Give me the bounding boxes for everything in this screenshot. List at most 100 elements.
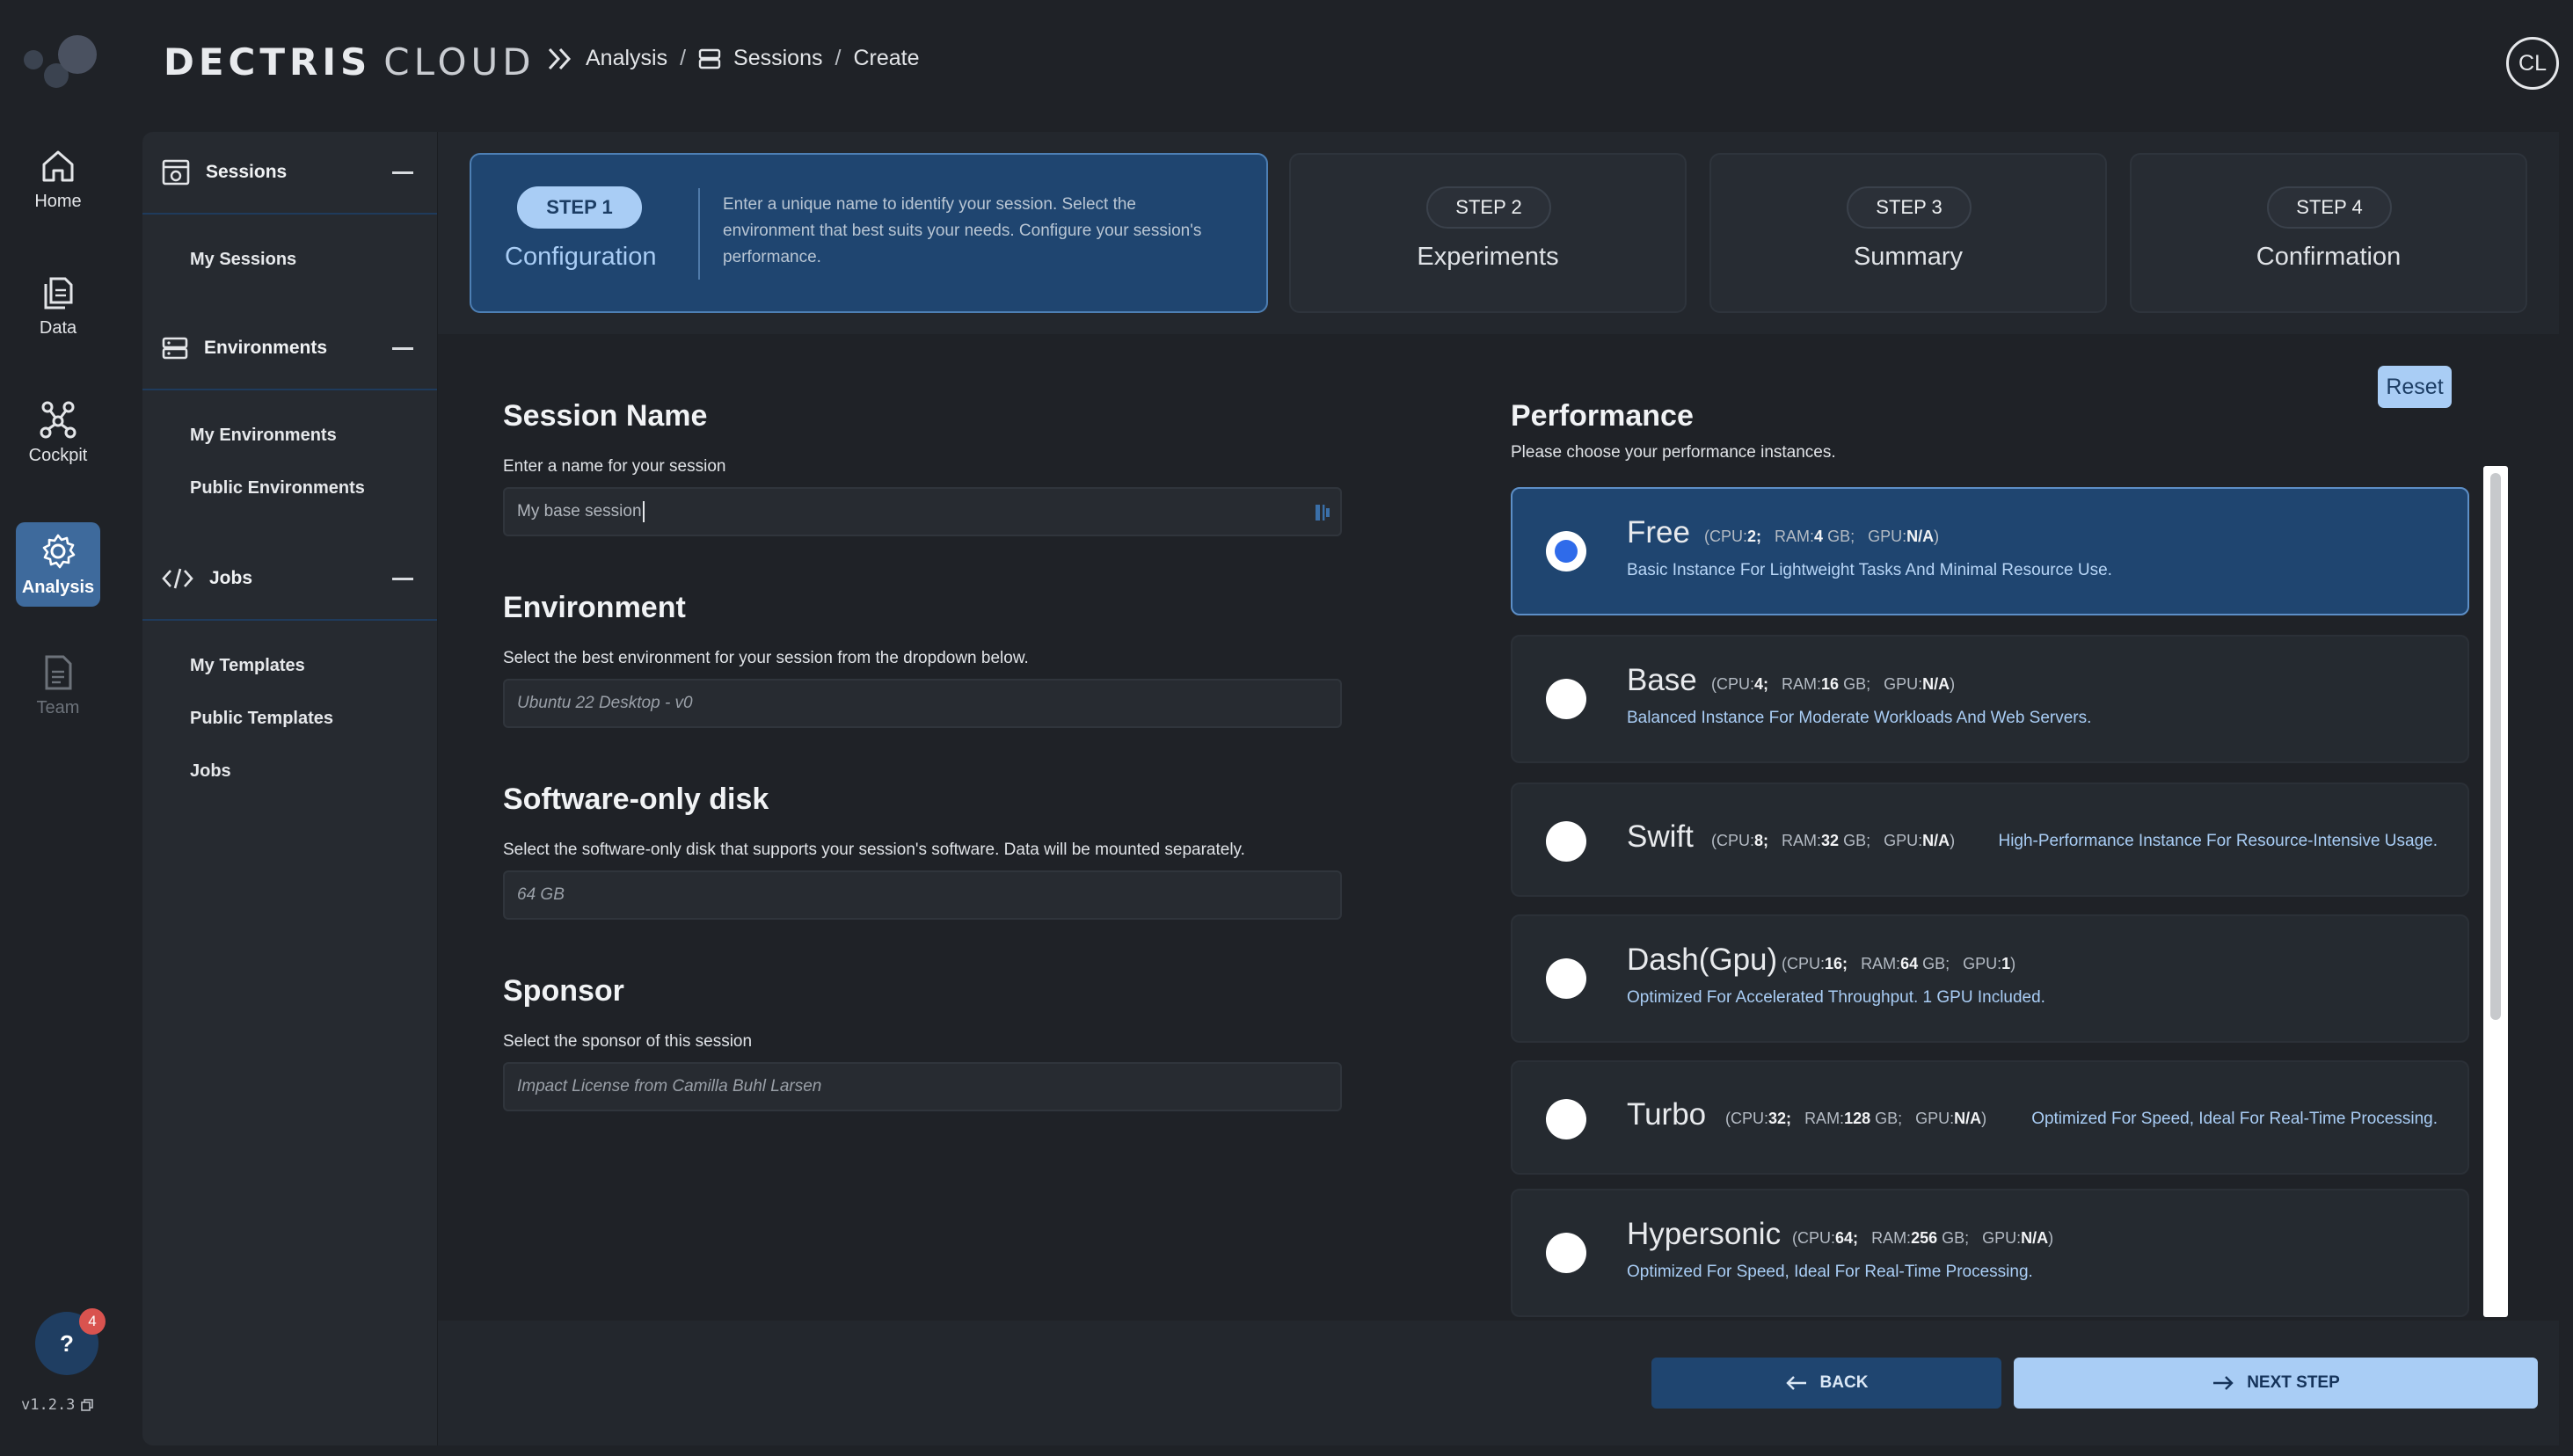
- performance-heading: Performance: [1511, 399, 1694, 433]
- instance-specs: (CPU:8; RAM:32 GB; GPU:N/A): [1711, 832, 1956, 849]
- scrollbar-thumb[interactable]: [2490, 473, 2501, 1020]
- breadcrumb-analysis[interactable]: Analysis: [586, 46, 667, 71]
- performance-scrollbar[interactable]: [2483, 466, 2508, 1317]
- step-title: Experiments: [1417, 243, 1559, 271]
- instance-card-free[interactable]: Free (CPU:2; RAM:4 GB; GPU:N/A) Basic In…: [1511, 487, 2469, 615]
- rail-item-team[interactable]: Team: [16, 644, 100, 728]
- instance-specs: (CPU:2; RAM:4 GB; GPU:N/A): [1704, 528, 1940, 545]
- instance-radio[interactable]: [1546, 821, 1586, 862]
- step-confirmation[interactable]: STEP 4 Confirmation: [2130, 153, 2527, 313]
- rail-label: Cockpit: [28, 445, 88, 465]
- arrow-left-icon: [1785, 1376, 1806, 1390]
- breadcrumb-create: Create: [853, 46, 920, 70]
- rail-label: Analysis: [21, 577, 95, 597]
- step-description: Enter a unique name to identify your ses…: [723, 195, 1202, 266]
- disk-heading: Software-only disk: [503, 783, 769, 816]
- copy-icon[interactable]: [80, 1398, 94, 1412]
- step-pill: STEP 1: [517, 186, 642, 229]
- instance-card-turbo[interactable]: Turbo (CPU:32; RAM:128 GB; GPU:N/A) Opti…: [1511, 1060, 2469, 1175]
- disk-subtitle: Select the software-only disk that suppo…: [503, 841, 1245, 859]
- instance-name: Hypersonic: [1627, 1217, 1782, 1251]
- instance-card-swift[interactable]: Swift (CPU:8; RAM:32 GB; GPU:N/A) High-P…: [1511, 783, 2469, 897]
- instance-card-hypersonic[interactable]: Hypersonic (CPU:64; RAM:256 GB; GPU:N/A)…: [1511, 1189, 2469, 1317]
- reset-button[interactable]: Reset: [2378, 366, 2452, 408]
- breadcrumb-sessions[interactable]: Sessions: [733, 46, 822, 71]
- step-title: Summary: [1853, 243, 1964, 271]
- instance-description: Optimized For Speed, Ideal For Real-Time…: [1627, 1263, 2033, 1281]
- sponsor-select[interactable]: Impact License from Camilla Buhl Larsen: [503, 1062, 1342, 1111]
- step-divider: [698, 188, 700, 280]
- collapse-icon[interactable]: [392, 578, 413, 580]
- instance-name: Swift: [1627, 819, 1694, 854]
- step-title: Configuration: [505, 243, 657, 271]
- rail-label: Home: [34, 191, 82, 211]
- brand-logo[interactable]: DECTRIS CLOUD: [164, 40, 536, 84]
- rail-label: Team: [36, 697, 80, 717]
- instance-card-dash-gpu[interactable]: Dash(Gpu) (CPU:16; RAM:64 GB; GPU:1) Opt…: [1511, 914, 2469, 1043]
- instance-name: Dash(Gpu): [1627, 943, 1778, 977]
- step-summary[interactable]: STEP 3 Summary: [1709, 153, 2107, 313]
- back-button[interactable]: BACK: [1651, 1358, 2001, 1409]
- nav-link-my-templates[interactable]: My Templates: [190, 656, 305, 676]
- instance-card-base[interactable]: Base (CPU:4; RAM:16 GB; GPU:N/A) Balance…: [1511, 635, 2469, 763]
- nav-link-my-sessions[interactable]: My Sessions: [190, 250, 296, 270]
- server-icon: [162, 337, 188, 360]
- version-label: v1.2.3: [21, 1396, 94, 1414]
- step-experiments[interactable]: STEP 2 Experiments: [1289, 153, 1687, 313]
- nav-section-sessions[interactable]: Sessions: [142, 132, 438, 215]
- brand-secondary: CLOUD: [383, 40, 536, 84]
- step-configuration[interactable]: STEP 1 Configuration Enter a unique name…: [470, 153, 1268, 313]
- instance-radio[interactable]: [1546, 679, 1586, 719]
- top-bar: DECTRIS CLOUD Analysis / Sessions / Creat…: [0, 0, 2573, 125]
- collapse-icon[interactable]: [392, 347, 413, 350]
- nav-link-jobs[interactable]: Jobs: [190, 761, 231, 782]
- rail-item-home[interactable]: Home: [16, 137, 100, 222]
- nav-section-environments[interactable]: Environments: [142, 308, 438, 390]
- text-cursor: [642, 501, 645, 522]
- environment-subtitle: Select the best environment for your ses…: [503, 649, 1029, 667]
- rail-item-analysis[interactable]: Analysis: [16, 522, 100, 607]
- avatar[interactable]: CL: [2506, 37, 2559, 90]
- app-logo-icon[interactable]: [19, 30, 98, 91]
- sponsor-heading: Sponsor: [503, 974, 624, 1008]
- next-step-button[interactable]: NEXT STEP: [2014, 1358, 2538, 1409]
- document-icon: [45, 655, 72, 689]
- disk-select[interactable]: 64 GB: [503, 870, 1342, 920]
- step-pill: STEP 2: [1426, 186, 1551, 229]
- session-name-subtitle: Enter a name for your session: [503, 457, 726, 476]
- instance-radio[interactable]: [1546, 531, 1586, 571]
- instance-radio[interactable]: [1546, 1099, 1586, 1139]
- session-name-value: My base session: [517, 502, 642, 521]
- secondary-nav: Sessions My Sessions Environments My Env…: [142, 132, 439, 1445]
- instance-specs: (CPU:32; RAM:128 GB; GPU:N/A): [1725, 1110, 1987, 1127]
- nav-link-my-environments[interactable]: My Environments: [190, 426, 337, 446]
- nav-section-jobs[interactable]: Jobs: [142, 538, 438, 621]
- brand-primary: DECTRIS: [164, 40, 372, 84]
- double-chevron-right-icon: [548, 47, 572, 69]
- code-icon: [162, 568, 193, 589]
- instance-radio[interactable]: [1546, 958, 1586, 999]
- nav-link-public-environments[interactable]: Public Environments: [190, 478, 365, 499]
- rail-item-cockpit[interactable]: Cockpit: [16, 390, 100, 475]
- environment-select[interactable]: Ubuntu 22 Desktop - v0: [503, 679, 1342, 728]
- session-name-heading: Session Name: [503, 399, 708, 433]
- instance-name: Base: [1627, 663, 1697, 697]
- nav-section-title: Jobs: [209, 568, 253, 588]
- collapse-icon[interactable]: [392, 171, 413, 174]
- session-icon: [162, 159, 190, 186]
- instance-description: Balanced Instance For Moderate Workloads…: [1627, 709, 2092, 727]
- rail-item-data[interactable]: Data: [16, 264, 100, 348]
- breadcrumb-separator: /: [835, 46, 842, 70]
- nav-section-title: Environments: [204, 338, 328, 358]
- password-manager-icon[interactable]: [1314, 501, 1331, 524]
- rail-label: Data: [39, 317, 77, 338]
- nav-section-title: Sessions: [206, 162, 288, 182]
- step-pill: STEP 4: [2267, 186, 2392, 229]
- nav-link-public-templates[interactable]: Public Templates: [190, 709, 333, 729]
- version-text: v1.2.3: [21, 1396, 76, 1414]
- session-name-input[interactable]: My base session: [503, 487, 1342, 536]
- instance-radio[interactable]: [1546, 1233, 1586, 1273]
- server-icon: [698, 48, 721, 69]
- instance-specs: (CPU:4; RAM:16 GB; GPU:N/A): [1711, 675, 1956, 693]
- step-title: Confirmation: [2256, 243, 2402, 271]
